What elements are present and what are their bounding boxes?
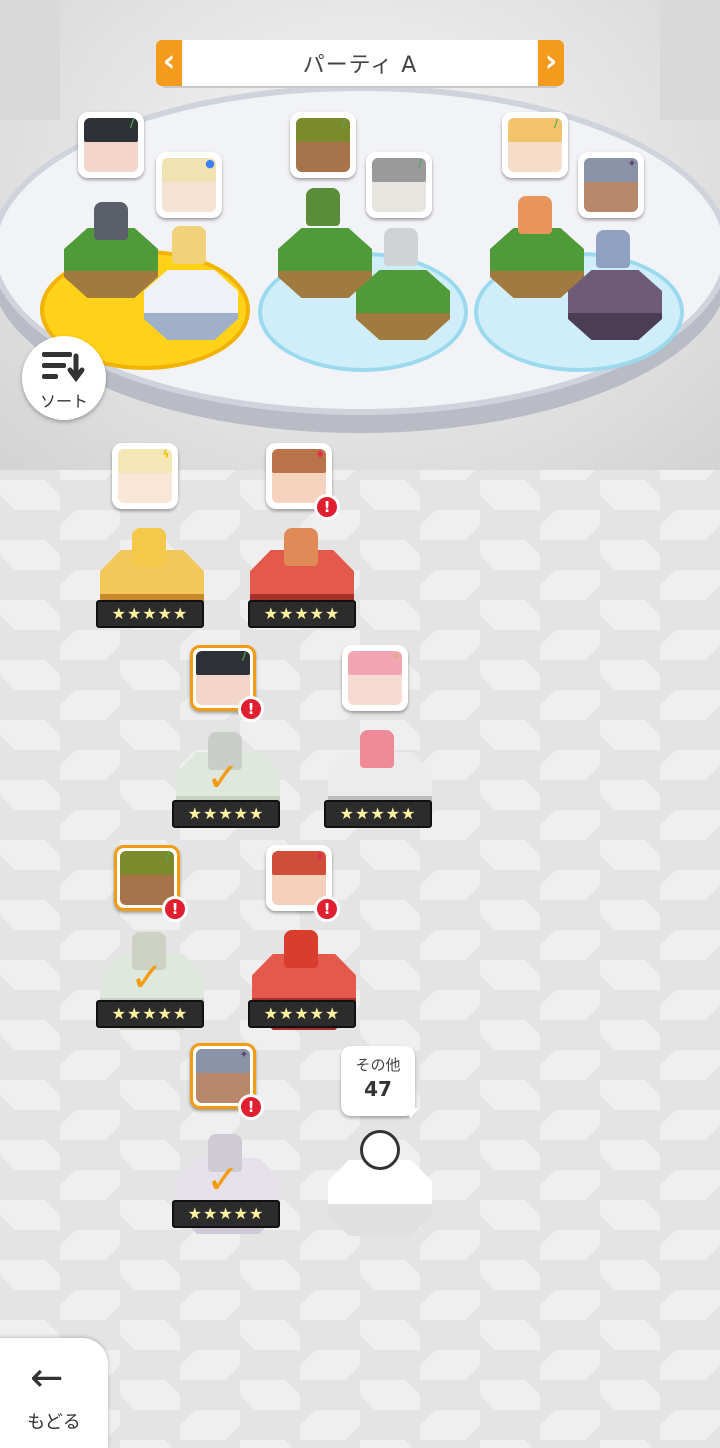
sort-button[interactable]: ソート (22, 336, 106, 420)
purple-block (568, 270, 662, 340)
wind-element-icon: / (165, 850, 171, 863)
wind-element-icon: / (553, 117, 559, 130)
sort-icon (42, 352, 85, 383)
dark-element-icon: ✦ (627, 157, 637, 170)
alert-badge: ! (238, 696, 264, 722)
rarity-stars: ★★★★★ (172, 1200, 280, 1228)
grass-block (278, 228, 372, 298)
party-member-portrait[interactable]: / (78, 112, 144, 178)
wind-element-icon: / (417, 157, 423, 170)
fire-element-icon: ♦ (315, 448, 325, 461)
rarity-stars: ★★★★★ (96, 1000, 204, 1028)
alert-badge: ! (314, 494, 340, 520)
party-member-portrait[interactable]: / (366, 152, 432, 218)
thunder-element-icon: ϟ (162, 448, 170, 461)
wind-element-icon: / (129, 117, 135, 130)
character-sprite[interactable] (132, 528, 166, 566)
character-sprite[interactable] (284, 930, 318, 968)
rarity-stars: ★★★★★ (248, 1000, 356, 1028)
rarity-stars: ★★★★★ (324, 800, 432, 828)
placeholder-character-icon (360, 1130, 400, 1170)
fire-element-icon: ♦ (315, 850, 325, 863)
character-sprite[interactable] (172, 226, 206, 264)
party-member-portrait[interactable]: / (290, 112, 356, 178)
rarity-stars: ★★★★★ (172, 800, 280, 828)
others-label: その他 (355, 1056, 401, 1074)
checkmark-icon: ✓ (130, 955, 164, 1001)
rarity-stars: ★★★★★ (248, 600, 356, 628)
checkmark-icon: ✓ (206, 1157, 240, 1203)
rarity-stars: ★★★★★ (96, 600, 204, 628)
character-sprite[interactable] (284, 528, 318, 566)
back-label: もどる (27, 1412, 81, 1433)
light-element-icon: ✧ (391, 650, 401, 663)
wind-element-icon: / (241, 650, 247, 663)
character-sprite[interactable] (518, 196, 552, 234)
party-title: パーティ A (302, 53, 418, 78)
alert-badge: ! (162, 896, 188, 922)
others-count: 47 (364, 1077, 392, 1101)
ice-block (144, 270, 238, 340)
prev-party-button[interactable]: ‹ (156, 40, 182, 86)
grass-block (356, 270, 450, 340)
water-element-icon: ● (205, 157, 215, 170)
checkmark-icon: ✓ (206, 755, 240, 801)
character-portrait[interactable]: ϟ (112, 443, 178, 509)
alert-badge: ! (238, 1094, 264, 1120)
party-selector: ‹ パーティ A › (156, 40, 564, 86)
character-sprite[interactable] (360, 730, 394, 768)
next-party-button[interactable]: › (538, 40, 564, 86)
party-member-portrait[interactable]: / (502, 112, 568, 178)
back-button[interactable]: ← もどる (0, 1338, 108, 1448)
character-sprite[interactable] (94, 202, 128, 240)
character-sprite[interactable] (596, 230, 630, 268)
grass-block (490, 228, 584, 298)
character-sprite[interactable] (306, 188, 340, 226)
character-sprite[interactable] (384, 228, 418, 266)
others-pedestal[interactable] (328, 1160, 432, 1236)
arrow-left-icon: ← (30, 1355, 64, 1401)
character-portrait[interactable]: ✧ (342, 645, 408, 711)
alert-badge: ! (314, 896, 340, 922)
party-member-portrait[interactable]: ✦ (578, 152, 644, 218)
chevron-right-icon: › (544, 44, 558, 79)
wind-element-icon: / (341, 117, 347, 130)
others-bubble[interactable]: その他 47 (341, 1046, 419, 1118)
sort-label: ソート (39, 392, 88, 411)
party-member-portrait[interactable]: ● (156, 152, 222, 218)
dark-element-icon: ✦ (239, 1048, 249, 1061)
left-pillar (0, 0, 60, 120)
chevron-left-icon: ‹ (162, 44, 176, 79)
right-pillar (660, 0, 720, 120)
